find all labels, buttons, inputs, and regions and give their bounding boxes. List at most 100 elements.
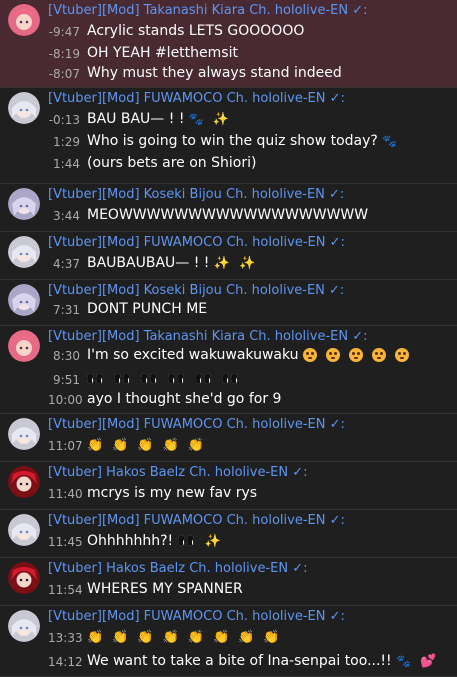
message-body: BAUBAUBAU— ! ! [87, 255, 210, 271]
message-timestamp: -8:19 [48, 47, 80, 61]
message-body: We want to take a bite of Ina-senpai too… [87, 653, 392, 669]
message-text: We want to take a bite of Ina-senpai too… [87, 653, 445, 669]
author-name[interactable]: [Vtuber][Mod] Koseki Bijou Ch. hololive-… [48, 187, 344, 202]
message-text: Why must they always stand indeed [87, 65, 342, 81]
chat-message[interactable]: [Vtuber][Mod] Takanashi Kiara Ch. hololi… [0, 0, 457, 88]
chat-message[interactable]: [Vtuber][Mod] FUWAMOCO Ch. hololive-EN ✓… [0, 510, 457, 558]
message-text: (ours bets are on Shiori) [87, 155, 256, 171]
face-emoji-icon [349, 348, 363, 362]
message-timestamp: 11:40 [48, 487, 83, 501]
message-line: -8:07 Why must they always stand indeed [48, 64, 457, 84]
message-text: Acrylic stands LETS GOOOOOO [87, 23, 304, 39]
sparkle-emoji-icon: ✨ [239, 255, 256, 271]
author-name[interactable]: [Vtuber][Mod] FUWAMOCO Ch. hololive-EN ✓… [48, 91, 345, 106]
message-timestamp: 11:07 [48, 439, 83, 453]
chat-message[interactable]: [Vtuber] Hakos Baelz Ch. hololive-EN ✓: 1… [0, 558, 457, 606]
chat-message[interactable]: [Vtuber][Mod] Koseki Bijou Ch. hololive-… [0, 184, 457, 232]
message-body: Who is going to win the quiz show today? [87, 133, 378, 149]
message-text: 👏 👏 👏 👏 👏 👏 👏 👏 [87, 629, 289, 645]
chat-message[interactable]: [Vtuber][Mod] FUWAMOCO Ch. hololive-EN ✓… [0, 414, 457, 462]
message-line: -8:19 OH YEAH #letthemsit [48, 44, 457, 64]
sparkle-emoji-icon: ✨ [213, 255, 231, 271]
sparkle-emoji-icon: ✨ [204, 533, 221, 549]
avatar[interactable] [8, 284, 40, 316]
chat-message[interactable]: [Vtuber][Mod] Koseki Bijou Ch. hololive-… [0, 280, 457, 326]
chat-message[interactable]: [Vtuber][Mod] Takanashi Kiara Ch. hololi… [0, 326, 457, 414]
chat-log: [Vtuber][Mod] Takanashi Kiara Ch. hololi… [0, 0, 457, 677]
message-text: DONT PUNCH ME [87, 301, 207, 317]
message-body: BAU BAU— ! ! [87, 111, 185, 127]
author-name[interactable]: [Vtuber][Mod] FUWAMOCO Ch. hololive-EN ✓… [48, 235, 345, 250]
author-name[interactable]: [Vtuber][Mod] Takanashi Kiara Ch. hololi… [48, 3, 367, 18]
message-line: -9:47 Acrylic stands LETS GOOOOOO [48, 22, 457, 42]
avatar[interactable] [8, 466, 40, 498]
message-text: WHERES MY SPANNER [87, 581, 243, 597]
message-line: 9:51 [48, 370, 457, 390]
message-line: 11:40 mcrys is my new fav rys [48, 484, 457, 504]
message-body: MEOWWWWWWWWWWWWWWWWWW [87, 207, 369, 223]
heart-emoji-icon: 💕 [420, 653, 437, 669]
message-text: OH YEAH #letthemsit [87, 45, 238, 61]
message-timestamp: -9:47 [48, 25, 80, 39]
message-timestamp: 1:29 [53, 135, 80, 149]
author-name[interactable]: [Vtuber] Hakos Baelz Ch. hololive-EN ✓: [48, 465, 308, 480]
message-line: 4:37 BAUBAUBAU— ! ! ✨ ✨ [48, 254, 457, 274]
message-line: 11:07 👏 👏 👏 👏 👏 [48, 436, 457, 456]
author-name[interactable]: [Vtuber][Mod] Takanashi Kiara Ch. hololi… [48, 329, 367, 344]
face-emoji-icon [326, 348, 340, 362]
clap-emoji-icon: 👏 [87, 629, 104, 645]
author-name[interactable]: [Vtuber] Hakos Baelz Ch. hololive-EN ✓: [48, 561, 308, 576]
message-timestamp: 7:31 [53, 303, 80, 317]
message-text: Who is going to win the quiz show today?… [87, 133, 406, 149]
chat-message[interactable]: [Vtuber] Hakos Baelz Ch. hololive-EN ✓: 1… [0, 462, 457, 510]
avatar[interactable] [8, 514, 40, 546]
eyes-emoji-icon [168, 373, 186, 385]
avatar[interactable] [8, 610, 40, 642]
face-emoji-icon [372, 348, 386, 362]
message-line: 1:44 (ours bets are on Shiori) [48, 154, 457, 174]
clap-emoji-icon: 👏 [238, 629, 255, 645]
message-timestamp: 13:33 [48, 631, 83, 645]
avatar[interactable] [8, 418, 40, 450]
message-body: (ours bets are on Shiori) [87, 155, 257, 171]
avatar[interactable] [8, 562, 40, 594]
message-text: BAUBAUBAU— ! ! ✨ ✨ [87, 255, 264, 271]
avatar[interactable] [8, 330, 40, 362]
message-line: -0:13 BAU BAU— ! ! 🐾 ✨ [48, 110, 457, 130]
author-name[interactable]: [Vtuber][Mod] FUWAMOCO Ch. hololive-EN ✓… [48, 513, 345, 528]
message-timestamp: 9:51 [53, 373, 80, 387]
avatar[interactable] [8, 188, 40, 220]
clap-emoji-icon: 👏 [112, 437, 129, 453]
message-timestamp: 1:44 [53, 157, 80, 171]
clap-emoji-icon: 👏 [212, 629, 230, 645]
message-body: Ohhhhhhh?! [87, 533, 174, 549]
message-line: 3:44 MEOWWWWWWWWWWWWWWWWWW [48, 206, 457, 226]
message-timestamp: 14:12 [48, 655, 83, 669]
message-timestamp: 4:37 [53, 257, 80, 271]
author-name[interactable]: [Vtuber][Mod] FUWAMOCO Ch. hololive-EN ✓… [48, 417, 345, 432]
message-timestamp: 3:44 [53, 209, 80, 223]
paw-emoji-icon: 🐾 [188, 112, 204, 126]
avatar[interactable] [8, 236, 40, 268]
avatar[interactable] [8, 92, 40, 124]
eyes-emoji-icon [195, 373, 213, 385]
author-name[interactable]: [Vtuber][Mod] Koseki Bijou Ch. hololive-… [48, 283, 344, 298]
clap-emoji-icon: 👏 [263, 629, 280, 645]
avatar[interactable] [8, 4, 40, 36]
message-text: I'm so excited wakuwakuwaku [87, 347, 418, 363]
message-timestamp: 11:54 [48, 583, 83, 597]
message-text: BAU BAU— ! ! 🐾 ✨ [87, 111, 238, 127]
author-name[interactable]: [Vtuber][Mod] FUWAMOCO Ch. hololive-EN ✓… [48, 609, 345, 624]
message-body: OH YEAH #letthemsit [87, 45, 238, 61]
face-emoji-icon [303, 348, 317, 362]
message-body: mcrys is my new fav rys [87, 485, 258, 501]
chat-message[interactable]: [Vtuber][Mod] FUWAMOCO Ch. hololive-EN ✓… [0, 232, 457, 280]
chat-message[interactable]: [Vtuber][Mod] FUWAMOCO Ch. hololive-EN ✓… [0, 88, 457, 184]
clap-emoji-icon: 👏 [87, 437, 104, 453]
clap-emoji-icon: 👏 [137, 437, 154, 453]
message-body: ayo I thought she'd go for 9 [87, 391, 282, 407]
message-timestamp: 10:00 [48, 393, 83, 407]
message-text [87, 371, 249, 387]
chat-message[interactable]: [Vtuber][Mod] FUWAMOCO Ch. hololive-EN ✓… [0, 606, 457, 677]
clap-emoji-icon: 👏 [187, 629, 204, 645]
